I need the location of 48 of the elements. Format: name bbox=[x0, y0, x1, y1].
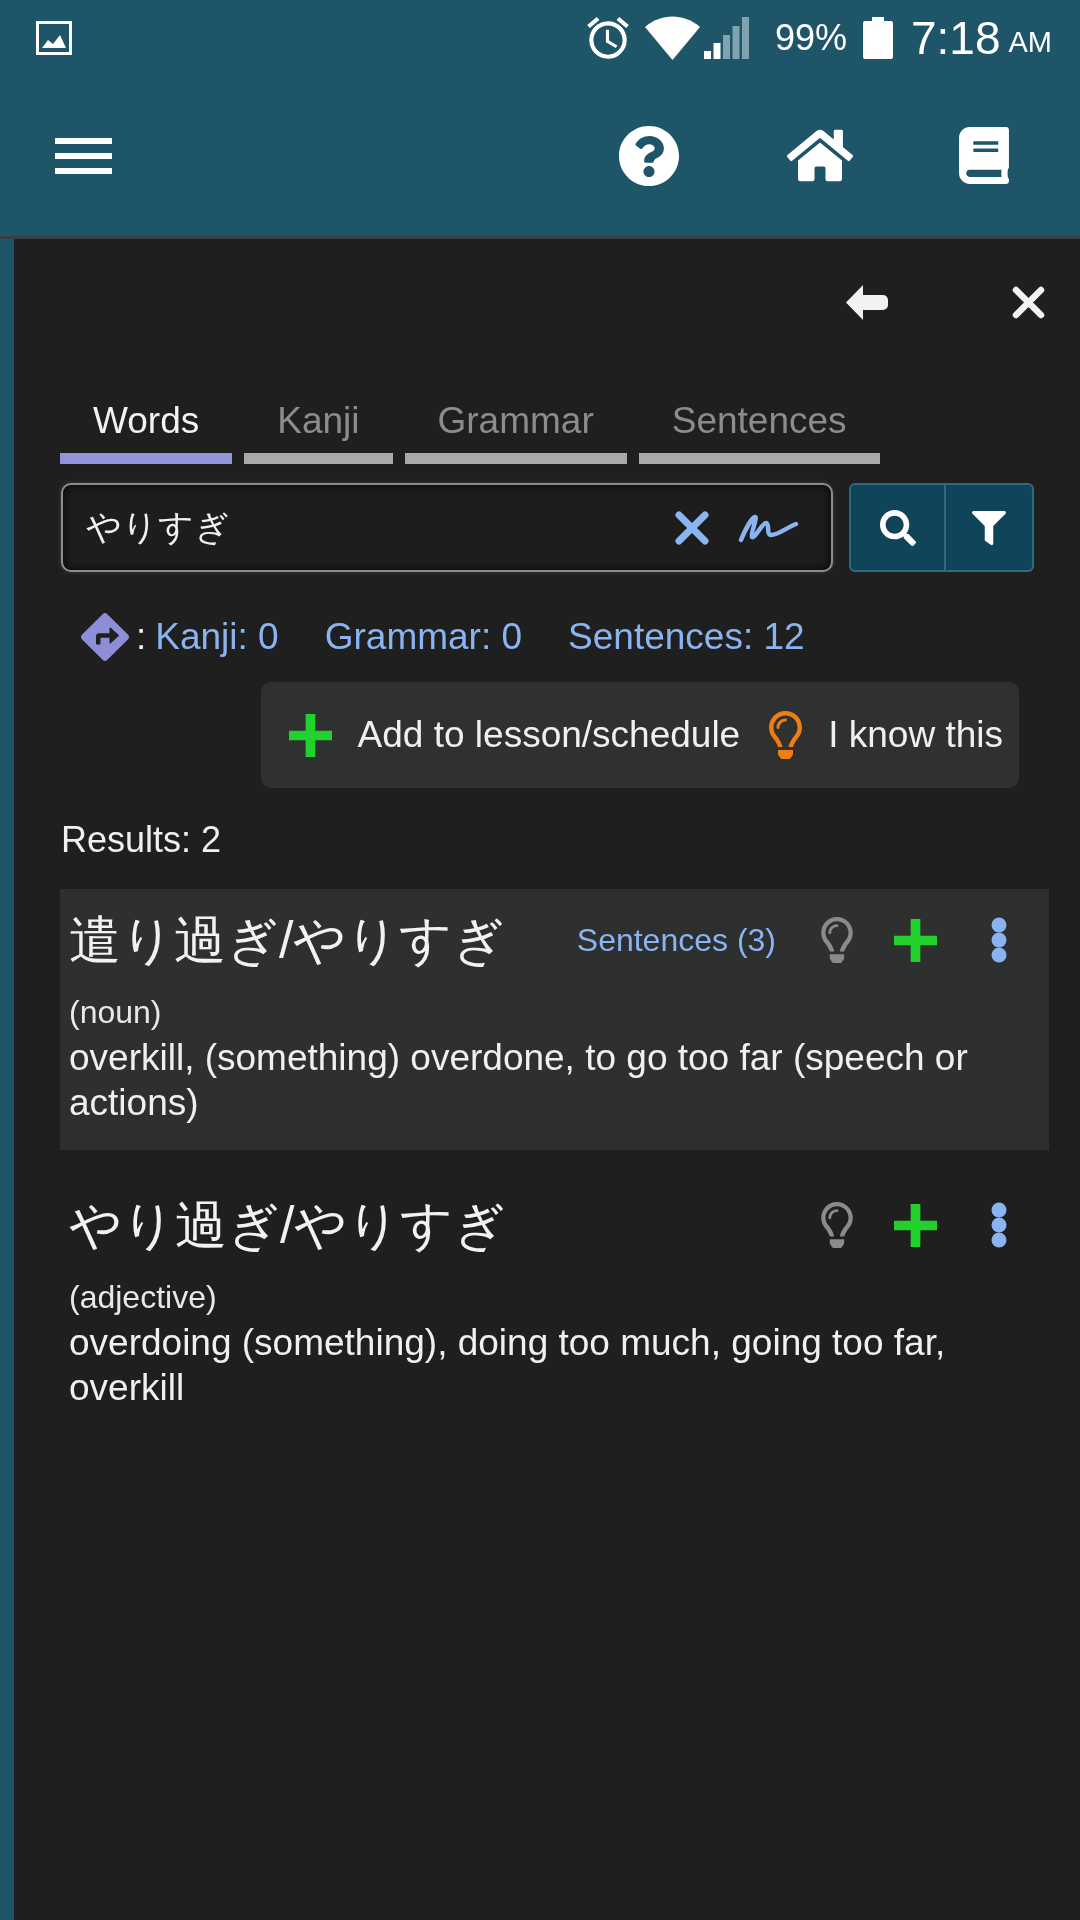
battery-percent-text: 99% bbox=[774, 15, 847, 60]
search-icon bbox=[879, 509, 916, 546]
related-link[interactable]: Sentences: 12 bbox=[568, 615, 805, 659]
definition-text: overdoing (something), doing too much, going too far, overkill bbox=[69, 1321, 947, 1410]
result-item[interactable]: やり過ぎ/やりすぎ (adjective) overdoing (something), doing too much, going too far, overkill bbox=[60, 1174, 1049, 1435]
plus-icon bbox=[288, 713, 332, 757]
related-link[interactable]: Kanji: 0 bbox=[155, 615, 279, 659]
plus-icon[interactable] bbox=[894, 918, 937, 962]
menu-icon[interactable] bbox=[55, 137, 112, 174]
back-arrow-icon[interactable] bbox=[846, 284, 888, 320]
battery-icon bbox=[862, 16, 893, 59]
signal-icon bbox=[703, 16, 749, 59]
clock-period-text: AM bbox=[1008, 24, 1052, 60]
filter-icon bbox=[972, 510, 1006, 545]
results-count-text: Results: 2 bbox=[60, 818, 223, 862]
close-icon[interactable] bbox=[1012, 285, 1045, 319]
result-item[interactable]: 遣り過ぎ/やりすぎ Sentences (3) (noun) overkill, (something) overdone, to go too far (speech or actions) bbox=[60, 889, 1049, 1150]
lightbulb-icon[interactable] bbox=[821, 917, 853, 963]
separator-text: : bbox=[136, 615, 147, 659]
tab[interactable]: Grammar bbox=[404, 399, 627, 464]
lightbulb-icon[interactable] bbox=[821, 1202, 853, 1248]
search-button[interactable] bbox=[849, 483, 946, 572]
tab[interactable]: Kanji bbox=[244, 399, 393, 464]
word-title: やり過ぎ/やりすぎ bbox=[69, 1195, 507, 1255]
lightbulb-icon bbox=[769, 711, 803, 759]
more-icon[interactable] bbox=[991, 1202, 1007, 1248]
handwriting-icon[interactable] bbox=[738, 512, 799, 543]
part-of-speech-text: (noun) bbox=[69, 994, 163, 1030]
plus-icon[interactable] bbox=[894, 1203, 937, 1247]
tab[interactable]: Sentences bbox=[638, 399, 880, 464]
i-know-this-button[interactable]: I know this bbox=[769, 711, 1003, 759]
more-icon[interactable] bbox=[991, 917, 1007, 963]
filter-button[interactable] bbox=[946, 483, 1034, 572]
sentences-link[interactable]: Sentences (3) bbox=[576, 920, 776, 960]
tab[interactable]: Words bbox=[60, 399, 233, 464]
clock-time-text: 7:18 bbox=[910, 11, 1001, 64]
wifi-icon bbox=[644, 15, 700, 60]
image-icon bbox=[36, 20, 72, 55]
help-icon[interactable] bbox=[618, 124, 680, 187]
directions-icon bbox=[81, 613, 129, 661]
word-title: 遣り過ぎ/やりすぎ bbox=[69, 910, 506, 970]
book-icon[interactable] bbox=[959, 127, 1009, 184]
part-of-speech-text: (adjective) bbox=[69, 1279, 218, 1315]
definition-text: overkill, (something) overdone, to go too far (speech or actions) bbox=[69, 1036, 969, 1125]
add-to-lesson-button[interactable]: Add to lesson/schedule bbox=[288, 713, 741, 757]
search-field[interactable]: やりすぎ bbox=[61, 483, 833, 572]
related-link[interactable]: Grammar: 0 bbox=[324, 615, 523, 659]
clear-icon[interactable] bbox=[675, 510, 709, 545]
